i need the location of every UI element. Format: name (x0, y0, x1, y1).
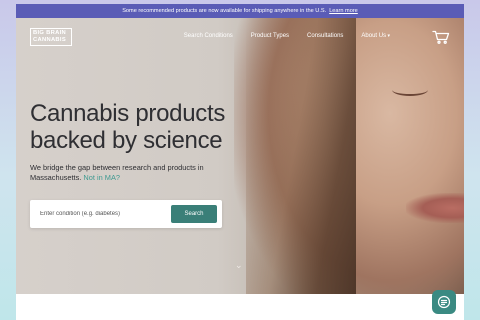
hero-image-eye (392, 84, 428, 96)
hero-section (16, 18, 464, 294)
chevron-down-icon[interactable]: ⌄ (235, 260, 243, 271)
nav-consultations[interactable]: Consultations (307, 33, 343, 39)
browser-viewport: Some recommended products are now availa… (16, 4, 464, 320)
nav-links: Search Conditions Product Types Consulta… (184, 33, 390, 39)
nav-product-types[interactable]: Product Types (251, 33, 289, 39)
not-in-ma-link[interactable]: Not in MA? (83, 173, 120, 182)
cart-icon[interactable] (432, 30, 450, 44)
headline-line-2: backed by science (30, 127, 223, 154)
hero-image-hair (246, 18, 356, 294)
learn-more-link[interactable]: Learn more (329, 8, 358, 14)
top-nav: BIG BRAIN CANNABIS Search Conditions Pro… (16, 18, 464, 54)
announcement-text: Some recommended products are now availa… (122, 8, 327, 14)
brand-logo[interactable]: BIG BRAIN CANNABIS (30, 28, 72, 46)
next-section (16, 294, 464, 320)
hero-subtext: We bridge the gap between research and p… (30, 163, 210, 183)
condition-search-input[interactable] (30, 200, 176, 228)
condition-search-card: Search (30, 200, 222, 228)
nav-search-conditions[interactable]: Search Conditions (184, 33, 233, 39)
search-button[interactable]: Search (171, 205, 217, 223)
headline-line-1: Cannabis products (30, 100, 226, 127)
hero-image-lips (406, 193, 464, 223)
nav-about-us[interactable]: About Us (361, 33, 390, 39)
chat-icon[interactable] (432, 290, 456, 314)
logo-line-2: CANNABIS (33, 37, 66, 43)
hero-headline: Cannabis products backed by science (30, 100, 290, 154)
logo-line-1: BIG BRAIN (33, 30, 66, 36)
announcement-bar: Some recommended products are now availa… (16, 4, 464, 18)
